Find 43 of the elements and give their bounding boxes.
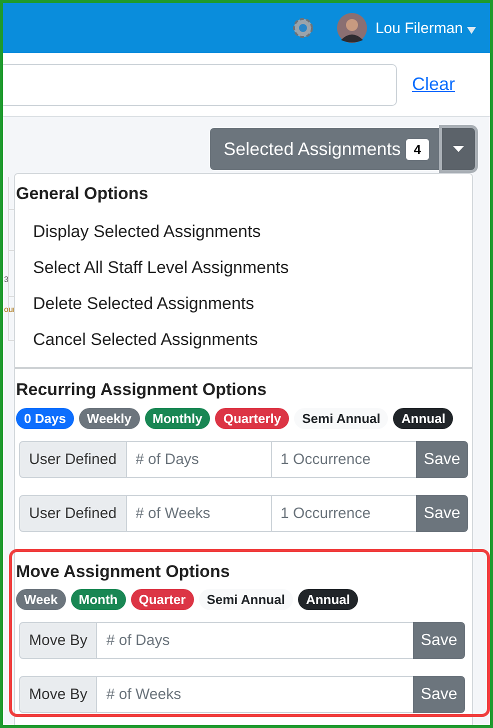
frequency-pill[interactable]: Annual (393, 408, 454, 429)
count-badge: 4 (406, 138, 429, 160)
period-pill[interactable]: Annual (298, 589, 358, 610)
frequency-pill[interactable]: 0 Days (16, 408, 74, 429)
input-label: User Defined (19, 441, 127, 478)
input-label: User Defined (19, 495, 127, 532)
input-field[interactable]: # of Weeks (97, 676, 413, 713)
input-field[interactable]: 1 Occurrence (272, 441, 416, 478)
input-label: Move By (19, 622, 98, 659)
frequency-pill[interactable]: Quarterly (215, 408, 290, 429)
frequency-pill[interactable]: Monthly (144, 408, 210, 429)
frequency-pill[interactable]: Semi Annual (294, 408, 388, 429)
frequency-pill[interactable]: Weekly (78, 408, 140, 429)
section-heading: General Options (15, 183, 150, 205)
save-button[interactable]: Save (413, 676, 465, 713)
user-name[interactable]: Lou Filerman (375, 20, 463, 36)
caret-icon (453, 146, 464, 152)
input-field[interactable]: # of Weeks (126, 495, 272, 532)
input-field[interactable]: 1 Occurrence (272, 495, 416, 532)
menu-item[interactable]: Select All Staff Level Assignments (15, 250, 472, 286)
table-cell: 3 (4, 275, 8, 284)
input-label: Move By (19, 676, 98, 713)
input-field[interactable]: # of Days (97, 622, 413, 659)
menu-item[interactable]: Display Selected Assignments (15, 214, 472, 250)
save-button[interactable]: Save (413, 622, 465, 659)
period-pill[interactable]: Week (16, 589, 66, 610)
menu-item[interactable]: Cancel Selected Assignments (15, 322, 472, 358)
save-button[interactable]: Save (416, 441, 468, 478)
selected-assignments-button[interactable]: Selected Assignments 4 (210, 128, 442, 170)
period-pill[interactable]: Month (70, 589, 126, 610)
period-pill[interactable]: Quarter (130, 589, 194, 610)
input-field[interactable]: # of Days (126, 441, 272, 478)
dropdown-toggle[interactable] (442, 128, 475, 170)
period-pill[interactable]: Semi Annual (198, 589, 293, 610)
section-heading: Recurring Assignment Options (15, 379, 268, 401)
save-button[interactable]: Save (416, 495, 468, 532)
menu-item[interactable]: Delete Selected Assignments (15, 286, 472, 322)
caret-icon[interactable] (467, 26, 476, 34)
clear-link[interactable]: Clear (412, 74, 456, 95)
section-heading: Move Assignment Options (15, 561, 231, 583)
search-field[interactable] (3, 64, 397, 106)
avatar-icon[interactable] (337, 13, 368, 43)
gear-icon[interactable] (292, 17, 314, 39)
